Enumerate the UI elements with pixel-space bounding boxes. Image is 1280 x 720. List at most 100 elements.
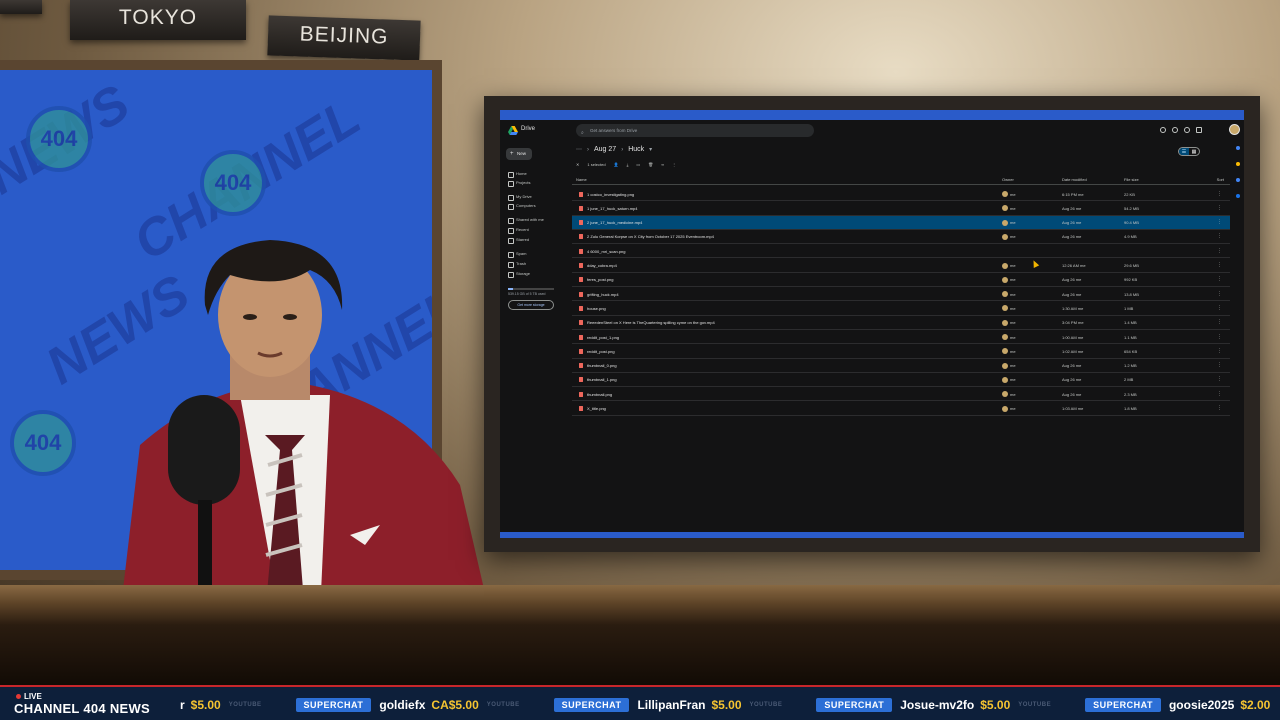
sidebar-item-computers[interactable]: Computers — [508, 202, 536, 210]
sidebar-item-projects[interactable]: Projects — [508, 179, 530, 187]
breadcrumb: ⋯ › Aug 27 › Huck ▾ — [576, 146, 652, 153]
drive-logo-icon[interactable] — [508, 126, 518, 135]
file-owner: me — [1010, 191, 1016, 197]
more-vert-icon[interactable]: ⋮ — [1217, 405, 1222, 411]
file-row[interactable]: ReeedenSteel on X Here is TheQuartering … — [572, 316, 1230, 330]
file-row[interactable]: 2 june_17_huck_medicine.mp4 me Aug 26 me 90… — [572, 215, 1230, 230]
account-avatar[interactable] — [1229, 124, 1240, 135]
help-icon[interactable] — [1160, 127, 1166, 133]
list-view-icon[interactable]: ☰ — [1179, 148, 1189, 155]
donation-source: YOUTUBE — [1018, 701, 1052, 708]
grid-view-icon[interactable]: ▦ — [1189, 148, 1199, 155]
file-owner: me — [1010, 220, 1016, 226]
clear-selection-icon[interactable]: ✕ — [576, 162, 579, 167]
more-vert-icon[interactable]: ⋮ — [1217, 191, 1222, 197]
more-vert-icon[interactable]: ⋮ — [1217, 376, 1222, 382]
sort-button[interactable]: Sort — [1217, 177, 1224, 182]
file-row[interactable]: 1 costco_investigating.png me 6:15 PM me 22… — [572, 187, 1230, 202]
file-row[interactable]: 2 Zulu General Korpse on X City from Oct… — [572, 230, 1230, 245]
channel-logo-watermark: 404 — [200, 150, 266, 216]
breadcrumb-aug27[interactable]: Aug 27 — [594, 146, 616, 153]
download-icon[interactable]: ⤓ — [627, 162, 629, 167]
more-vert-icon[interactable]: ⋮ — [1217, 205, 1222, 211]
settings-gear-icon[interactable] — [1172, 127, 1178, 133]
more-vert-icon[interactable]: ⋮ — [1217, 291, 1222, 297]
donation-amount: CA$5.00 — [431, 697, 479, 712]
ticker-item: SUPERCHAT LillipanFran $5.00 YOUTUBE — [553, 697, 783, 712]
file-row[interactable]: thumbnail_0.png me Aug 26 me 1.2 MB ⋮ — [572, 359, 1230, 373]
file-row[interactable]: grifting_huck.mp4 me Aug 26 me 13.8 MB ⋮ — [572, 287, 1230, 302]
more-vert-icon[interactable]: ⋮ — [1217, 334, 1222, 340]
image-file-icon — [579, 305, 583, 311]
file-modified: 1:30 AM me — [1062, 305, 1084, 311]
chevron-down-icon[interactable]: ▾ — [649, 146, 652, 153]
more-vert-icon[interactable]: ⋮ — [1217, 276, 1222, 282]
ticker-item: r $5.00 YOUTUBE — [180, 698, 262, 712]
file-row[interactable]: thumbnail.png me Aug 26 me 2.3 MB ⋮ — [572, 387, 1230, 402]
sidebar-item-my-drive[interactable]: My Drive — [508, 193, 532, 201]
more-vert-icon[interactable]: ⋮ — [1217, 362, 1222, 368]
file-owner: me — [1010, 291, 1016, 297]
superchat-badge: SUPERCHAT — [295, 697, 372, 712]
more-actions-icon[interactable]: ⋮ — [672, 162, 676, 167]
sidebar-item-shared[interactable]: Shared with me — [508, 216, 544, 224]
donation-source: YOUTUBE — [486, 701, 520, 708]
gemini-sparkle-icon[interactable] — [1184, 127, 1190, 133]
stream-scene: TOKYO BEIJING NEWS CHANNEL NEWS CHANNEL … — [0, 0, 1280, 720]
column-modified[interactable]: Date modified — [1062, 177, 1087, 182]
column-name[interactable]: Name — [576, 177, 587, 182]
file-owner: me — [1010, 305, 1016, 311]
share-icon[interactable]: 👤 — [614, 162, 619, 167]
more-vert-icon[interactable]: ⋮ — [1217, 319, 1222, 325]
more-vert-icon[interactable]: ⋮ — [1217, 233, 1222, 239]
contacts-icon[interactable] — [1236, 194, 1240, 198]
move-icon[interactable]: ▭ — [636, 162, 640, 167]
apps-grid-icon[interactable] — [1196, 127, 1202, 133]
file-row[interactable]: X_title.png me 1:03 AM me 1.8 MB ⋮ — [572, 402, 1230, 416]
file-size: 1.8 MB — [1124, 406, 1137, 411]
donation-amount: $5.00 — [190, 697, 221, 712]
donor-name: LillipanFran — [637, 697, 706, 712]
more-vert-icon[interactable]: ⋮ — [1217, 262, 1222, 268]
new-button[interactable]: New — [506, 148, 532, 160]
sidebar-item-storage[interactable]: Storage — [508, 270, 530, 278]
breadcrumb-overflow-icon[interactable]: ⋯ — [576, 146, 582, 153]
file-row[interactable]: feres_post.png me Aug 26 me 992 KB ⋮ — [572, 273, 1230, 288]
tasks-icon[interactable] — [1236, 178, 1240, 182]
file-name: 1 june_17_huck_saturn.mp4 — [587, 205, 638, 211]
sidebar-item-spam[interactable]: Spam — [508, 250, 526, 258]
superchat-badge: SUPERCHAT — [553, 697, 630, 712]
file-row[interactable]: thumbnail_1.png me Aug 26 me 2 MB ⋮ — [572, 373, 1230, 388]
sidebar-item-recent[interactable]: Recent — [508, 226, 529, 234]
more-vert-icon[interactable]: ⋮ — [1217, 391, 1222, 397]
breadcrumb-huck[interactable]: Huck — [628, 146, 644, 153]
file-row[interactable]: 1 june_17_huck_saturn.mp4 me Aug 26 me 54.2… — [572, 201, 1230, 216]
owner-avatar — [1002, 219, 1008, 226]
file-row[interactable]: reddit_post_1.png me 1:00 AM me 1.1 MB ⋮ — [572, 330, 1230, 345]
more-vert-icon[interactable]: ⋮ — [1217, 219, 1222, 225]
column-size[interactable]: File size — [1124, 177, 1139, 182]
view-toggle[interactable]: ☰ ▦ — [1178, 147, 1200, 156]
get-more-storage-button[interactable]: Get more storage — [508, 300, 554, 310]
file-row[interactable]: house.png me 1:30 AM me 1 MB ⋮ — [572, 301, 1230, 316]
search-input[interactable]: ⌕ Get answers from Drive — [576, 124, 814, 137]
trash-icon[interactable]: 🗑 — [648, 162, 653, 167]
file-row[interactable]: reddit_post.png me 1:02 AM me 654 KB ⋮ — [572, 344, 1230, 359]
file-row[interactable]: 4 6000_mri_scan.png ⋮ — [572, 244, 1230, 259]
donation-source: YOUTUBE — [749, 701, 783, 708]
more-vert-icon[interactable]: ⋮ — [1217, 248, 1222, 254]
column-owner[interactable]: Owner — [1002, 177, 1014, 182]
sidebar-item-starred[interactable]: Starred — [508, 236, 529, 244]
file-name: house.png — [587, 305, 606, 311]
sidebar-item-home[interactable]: Home — [508, 170, 527, 178]
file-modified: 1:02 AM me — [1062, 348, 1084, 354]
file-row[interactable]: dday_cobra.mp4 me 12:26 AM me 29.6 MB ⋮ — [572, 259, 1230, 273]
keep-icon[interactable] — [1236, 162, 1240, 166]
more-vert-icon[interactable]: ⋮ — [1217, 348, 1222, 354]
calendar-icon[interactable] — [1236, 146, 1240, 150]
video-file-icon — [579, 220, 583, 226]
file-name: thumbnail_0.png — [587, 363, 617, 369]
link-icon[interactable]: ∞ — [661, 162, 664, 167]
sidebar-item-trash[interactable]: Trash — [508, 260, 526, 268]
more-vert-icon[interactable]: ⋮ — [1217, 305, 1222, 311]
